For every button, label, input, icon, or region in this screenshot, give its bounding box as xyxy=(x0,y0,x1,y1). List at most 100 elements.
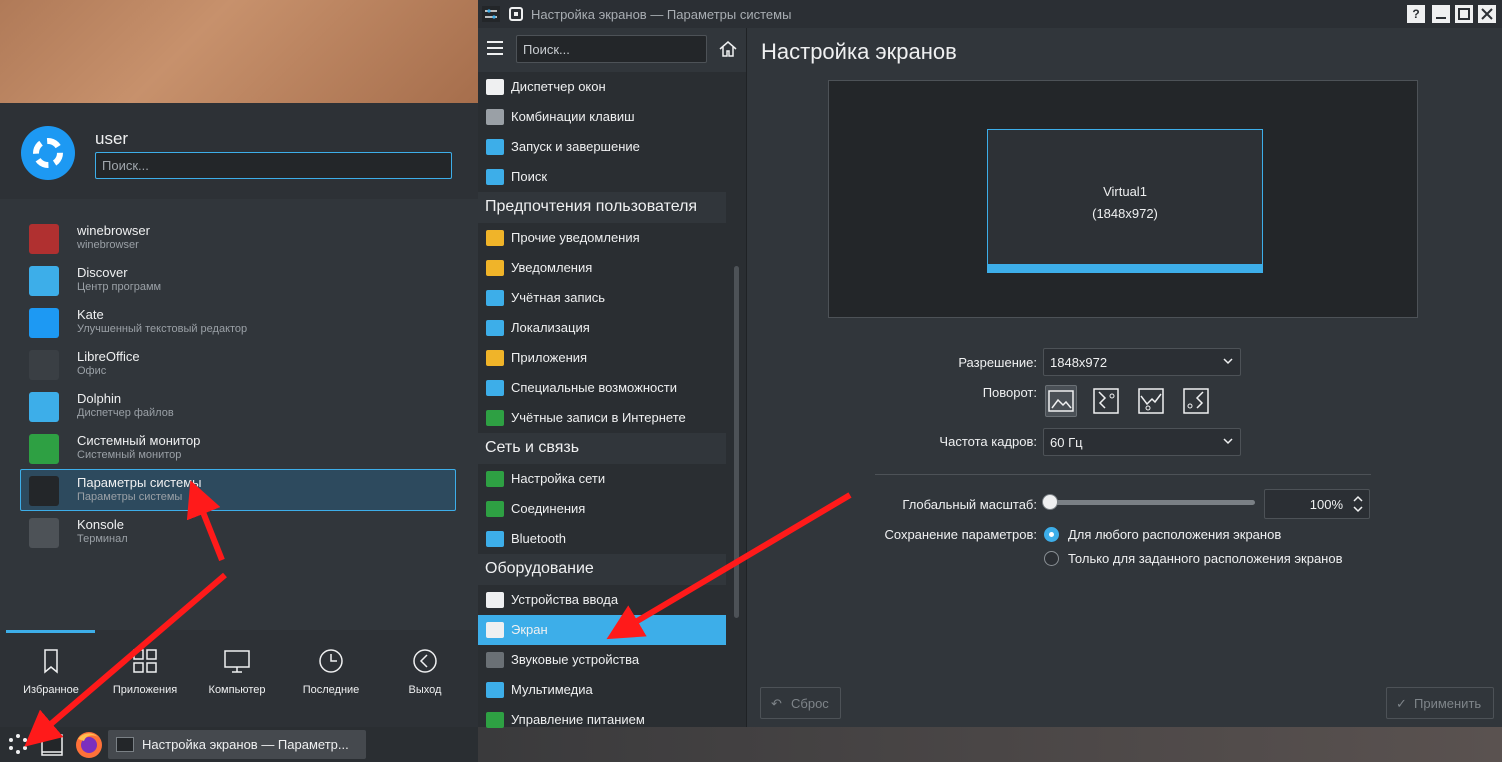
refresh-rate-value: 60 Гц xyxy=(1050,435,1083,450)
launcher-search-input[interactable] xyxy=(95,152,452,179)
sidebar-item-label: Управление питанием xyxy=(511,712,645,727)
launcher-header: user xyxy=(0,103,478,199)
pin-icon[interactable] xyxy=(507,5,525,23)
save-any-layout-label[interactable]: Для любого расположения экранов xyxy=(1068,527,1281,542)
app-description: Улучшенный текстовый редактор xyxy=(77,323,248,335)
app-item[interactable]: Kate Улучшенный текстовый редактор xyxy=(20,301,456,343)
sidebar-scrollbar[interactable] xyxy=(734,266,739,618)
app-launcher-icon[interactable] xyxy=(6,732,30,756)
window-icon xyxy=(486,79,504,95)
sidebar-item[interactable]: Экран xyxy=(478,615,726,645)
rotation-label: Поворот: xyxy=(982,385,1037,400)
sidebar-item[interactable]: Диспетчер окон xyxy=(478,72,726,102)
reset-button[interactable]: ↶ Сброс xyxy=(760,687,841,719)
sidebar-item[interactable]: Устройства ввода xyxy=(478,585,726,615)
titlebar[interactable]: Настройка экранов — Параметры системы ? xyxy=(478,0,1502,28)
sidebar-item[interactable]: Мультимедиа xyxy=(478,675,726,705)
tab-label: Компьютер xyxy=(208,684,266,696)
app-item[interactable]: winebrowser winebrowser xyxy=(20,217,456,259)
app-description: Центр программ xyxy=(77,281,162,293)
close-button[interactable] xyxy=(1478,5,1496,23)
bookmark-icon xyxy=(44,649,58,674)
sidebar-item[interactable]: Прочие уведомления xyxy=(478,223,726,253)
user-avatar[interactable] xyxy=(21,126,75,180)
app-name: Dolphin xyxy=(77,391,122,406)
sidebar-list: Диспетчер окон Комбинации клавиш Запуск и … xyxy=(478,72,726,735)
sidebar-item[interactable]: Приложения xyxy=(478,343,726,373)
app-name: Discover xyxy=(77,265,128,280)
sidebar-category: Оборудование xyxy=(478,554,726,585)
app-item[interactable]: LibreOffice Офис xyxy=(20,343,456,385)
save-specific-layout-radio[interactable] xyxy=(1044,551,1059,566)
tab-computer[interactable]: Компьютер xyxy=(190,648,284,696)
minimize-icon xyxy=(1436,17,1446,19)
app-description: Терминал xyxy=(77,533,128,545)
tab-applications[interactable]: Приложения xyxy=(98,648,192,696)
display-icon xyxy=(486,622,504,638)
star-icon xyxy=(486,350,504,366)
sidebar-category-label: Оборудование xyxy=(485,560,594,577)
minimize-button[interactable] xyxy=(1432,5,1450,23)
sidebar-search-input[interactable] xyxy=(516,35,707,63)
app-item[interactable]: Konsole Терминал xyxy=(20,511,456,553)
app-description: Офис xyxy=(77,365,107,377)
sidebar-item[interactable]: Управление питанием xyxy=(478,705,726,735)
help-button[interactable]: ? xyxy=(1407,5,1425,23)
window-title: Настройка экранов — Параметры системы xyxy=(531,7,792,22)
maximize-button[interactable] xyxy=(1455,5,1473,23)
app-item[interactable]: Параметры системы Параметры системы xyxy=(20,469,456,511)
global-scale-slider[interactable] xyxy=(1051,500,1255,505)
sidebar-item[interactable]: Учётные записи в Интернете xyxy=(478,403,726,433)
monitor-virtual1[interactable]: Virtual1 (1848x972) xyxy=(987,129,1263,273)
rotation-right-button[interactable] xyxy=(1180,385,1212,417)
sidebar-item[interactable]: Комбинации клавиш xyxy=(478,102,726,132)
sidebar-item[interactable]: Настройка сети xyxy=(478,464,726,494)
resolution-select[interactable]: 1848x972 xyxy=(1043,348,1241,376)
taskbar-task-system-settings[interactable]: Настройка экранов — Параметр... xyxy=(108,730,366,759)
apply-button[interactable]: ✓ Применить xyxy=(1386,687,1494,719)
app-item[interactable]: Discover Центр программ xyxy=(20,259,456,301)
sidebar-item[interactable]: Поиск xyxy=(478,162,726,192)
application-launcher: user winebrowserwinebrowserDiscoverЦентр… xyxy=(0,103,478,727)
sidebar-item[interactable]: Звуковые устройства xyxy=(478,645,726,675)
show-desktop-icon[interactable] xyxy=(40,733,64,757)
tab-label: Последние xyxy=(302,684,360,696)
folder-icon xyxy=(29,392,59,422)
active-tab-indicator xyxy=(6,630,95,633)
refresh-rate-select[interactable]: 60 Гц xyxy=(1043,428,1241,456)
save-params-label: Сохранение параметров: xyxy=(884,527,1037,542)
sidebar-item-label: Локализация xyxy=(511,320,590,335)
sidebar-item[interactable]: Специальные возможности xyxy=(478,373,726,403)
app-item[interactable]: Системный монитор Системный монитор xyxy=(20,427,456,469)
accessibility-icon xyxy=(486,380,504,396)
clock-icon xyxy=(319,649,343,673)
global-scale-slider-handle[interactable] xyxy=(1042,494,1058,510)
rotation-left-button[interactable] xyxy=(1090,385,1122,417)
firefox-icon[interactable] xyxy=(74,730,104,760)
refresh-rate-label: Частота кадров: xyxy=(939,434,1037,449)
tab-leave[interactable]: Выход xyxy=(378,648,472,696)
tab-recent[interactable]: Последние xyxy=(284,648,378,696)
sidebar-item-label: Экран xyxy=(511,622,548,637)
spin-arrows-icon[interactable] xyxy=(1351,493,1365,515)
sidebar-item[interactable]: Учётная запись xyxy=(478,283,726,313)
app-name: Kate xyxy=(77,307,104,322)
rotation-none-button[interactable] xyxy=(1045,385,1077,417)
sidebar-item[interactable]: Локализация xyxy=(478,313,726,343)
app-item[interactable]: Dolphin Диспетчер файлов xyxy=(20,385,456,427)
rotation-inverted-button[interactable] xyxy=(1135,385,1167,417)
sidebar-item[interactable]: Уведомления xyxy=(478,253,726,283)
global-scale-label: Глобальный масштаб: xyxy=(902,497,1037,512)
keyboard-icon xyxy=(486,109,504,125)
sidebar-item[interactable]: Запуск и завершение xyxy=(478,132,726,162)
save-specific-layout-label[interactable]: Только для заданного расположения экрано… xyxy=(1068,551,1343,566)
sidebar-item-label: Запуск и завершение xyxy=(511,139,640,154)
home-icon[interactable] xyxy=(718,39,738,59)
save-any-layout-radio[interactable] xyxy=(1044,527,1059,542)
kde-gear-icon xyxy=(33,138,63,168)
sidebar-item[interactable]: Соединения xyxy=(478,494,726,524)
sidebar-item[interactable]: Bluetooth xyxy=(478,524,726,554)
global-scale-spinbox[interactable]: 100% xyxy=(1264,489,1370,519)
hamburger-menu-icon[interactable] xyxy=(487,41,503,55)
tab-favorites[interactable]: Избранное xyxy=(4,648,98,696)
